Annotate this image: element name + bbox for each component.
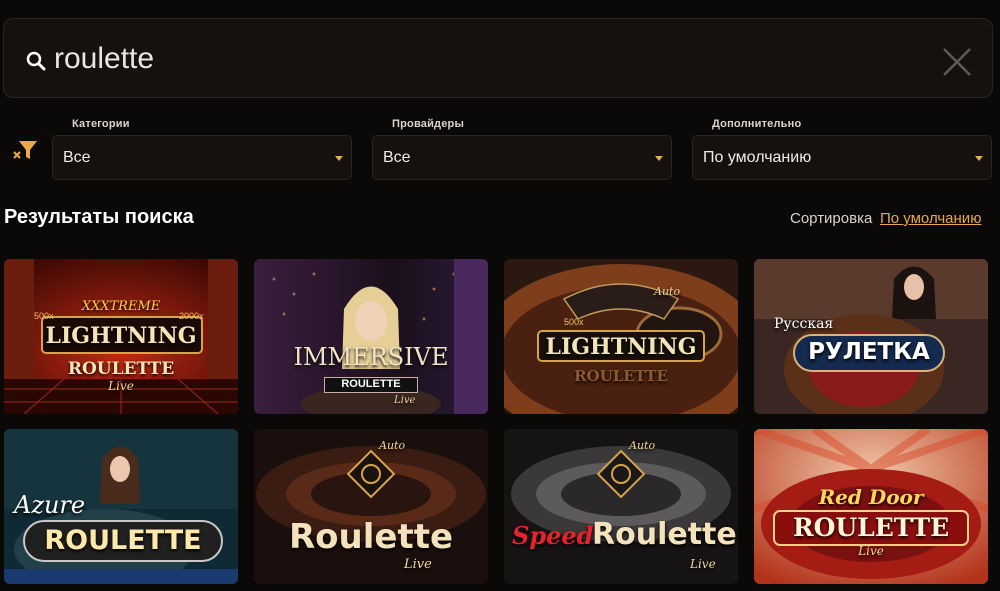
game-title: РУЛЕТКА xyxy=(808,339,930,365)
game-line2: Live xyxy=(394,395,416,406)
select-value: Все xyxy=(63,148,91,166)
filter-label: Категории xyxy=(72,118,130,130)
game-line3: Live xyxy=(108,379,134,393)
game-thumbnail xyxy=(254,429,488,584)
game-line1: Speed xyxy=(512,521,594,550)
game-title: Roulette xyxy=(288,517,454,557)
game-line2: Auto xyxy=(379,439,406,452)
game-title: IMMERSIVE xyxy=(293,343,449,371)
multiplier-label: 500x xyxy=(564,317,584,327)
game-line1: Red Door xyxy=(818,485,924,509)
filter-label: Провайдеры xyxy=(392,118,465,130)
game-line1: Azure xyxy=(14,491,86,519)
filter-additional: Дополнительно По умолчанию xyxy=(692,118,992,180)
game-line3: Auto xyxy=(629,439,656,452)
game-card-russkaya-ruletka[interactable]: Русская РУЛЕТКА xyxy=(754,259,988,414)
filter-categories: Категории Все xyxy=(52,118,352,180)
search-box xyxy=(3,18,993,98)
game-title: ROULETTE xyxy=(44,525,202,556)
providers-select[interactable]: Все xyxy=(372,135,672,180)
game-card-red-door-roulette[interactable]: Red Door ROULETTE Live xyxy=(754,429,988,584)
select-value: Все xyxy=(383,148,411,166)
game-card-auto-roulette[interactable]: Auto Roulette Live xyxy=(254,429,488,584)
game-card-immersive-roulette[interactable]: IMMERSIVE ROULETTE Live xyxy=(254,259,488,414)
game-card-azure-roulette[interactable]: Azure ROULETTE xyxy=(4,429,238,584)
game-line2: Auto xyxy=(654,285,681,298)
game-line2: Live xyxy=(690,557,716,571)
game-card-xxxtreme-lightning-roulette[interactable]: XXXTREME LIGHTNING ROULETTE Live 500x 20… xyxy=(4,259,238,414)
filter-label: Дополнительно xyxy=(712,118,802,130)
game-line2: Live xyxy=(858,544,884,558)
game-title: LIGHTNING xyxy=(545,334,697,360)
filter-providers: Провайдеры Все xyxy=(372,118,672,180)
game-line1: ROULETTE xyxy=(574,367,668,385)
game-line1: Live xyxy=(404,557,432,572)
caret-down-icon xyxy=(335,156,343,161)
multiplier-label: 500x xyxy=(34,311,54,321)
game-title: Roulette xyxy=(592,517,737,552)
select-value: По умолчанию xyxy=(703,148,812,166)
close-icon[interactable] xyxy=(940,45,974,79)
additional-select[interactable]: По умолчанию xyxy=(692,135,992,180)
multiplier-label: 2000x xyxy=(179,311,204,321)
categories-select[interactable]: Все xyxy=(52,135,352,180)
game-line1: Русская xyxy=(774,316,834,332)
filter-clear-icon[interactable] xyxy=(11,137,39,165)
game-thumbnail xyxy=(754,259,988,414)
game-line1: ROULETTE xyxy=(324,377,418,393)
results-title: Результаты поиска xyxy=(4,206,194,228)
sort-dropdown[interactable]: По умолчанию xyxy=(880,210,981,227)
caret-down-icon xyxy=(655,156,663,161)
caret-down-icon xyxy=(975,156,983,161)
search-input[interactable] xyxy=(54,39,904,79)
game-title: ROULETTE xyxy=(792,513,950,542)
game-card-auto-lightning-roulette[interactable]: Auto 500x LIGHTNING ROULETTE xyxy=(504,259,738,414)
search-icon xyxy=(26,51,46,71)
sort-label: Сортировка xyxy=(790,210,873,227)
game-title: LIGHTNING xyxy=(45,323,197,349)
game-card-speed-roulette[interactable]: Auto Speed Roulette Live xyxy=(504,429,738,584)
game-line2: ROULETTE xyxy=(67,359,175,379)
